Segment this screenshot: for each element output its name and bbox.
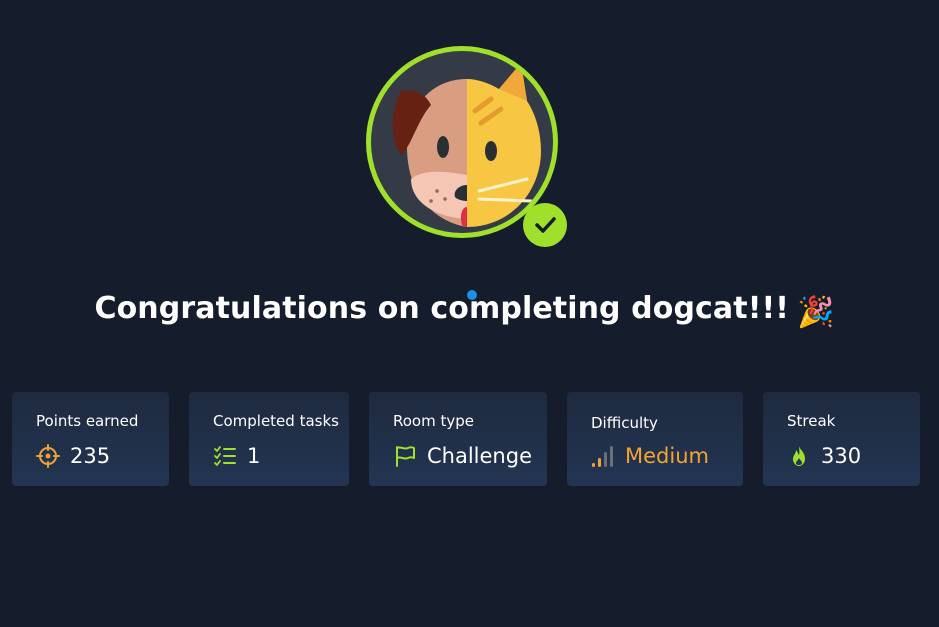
- stat-label: Room type: [393, 412, 474, 430]
- stat-value: Medium: [625, 444, 709, 468]
- stat-card-tasks: Completed tasks 1: [189, 392, 349, 486]
- stat-value: 330: [821, 444, 862, 468]
- completion-title: Congratulations on completing dogcat!!!: [94, 291, 790, 326]
- room-avatar: [366, 46, 567, 247]
- stat-value: 1: [247, 444, 261, 468]
- flag-icon: [393, 444, 417, 468]
- completed-check-badge: [523, 203, 567, 247]
- completion-heading: Congratulations on completing dogcat!!! 🎉: [0, 287, 929, 335]
- room-completion-page: Congratulations on completing dogcat!!! 🎉…: [0, 0, 939, 627]
- crosshair-icon: [36, 444, 60, 468]
- stat-card-points: Points earned 235: [12, 392, 169, 486]
- stat-card-difficulty: Difficulty Medium: [567, 392, 743, 486]
- stat-label: Streak: [787, 412, 836, 430]
- stat-label: Points earned: [36, 412, 139, 430]
- stat-value-row: 235: [36, 442, 110, 470]
- stat-value-row: 330: [787, 442, 861, 470]
- stat-card-streak: Streak 330: [763, 392, 920, 486]
- party-popper-icon: 🎉: [797, 295, 835, 330]
- stat-label: Completed tasks: [213, 412, 339, 430]
- stat-value: Challenge: [427, 444, 532, 468]
- stat-label: Difficulty: [591, 414, 658, 432]
- stat-value: 235: [70, 444, 111, 468]
- flame-icon: [787, 444, 811, 468]
- checklist-icon: [213, 444, 237, 468]
- stats-row: Points earned 235 Completed tasks 1 Room…: [0, 392, 939, 486]
- signal-bars-icon: [591, 444, 615, 468]
- stat-value-row: Medium: [591, 442, 709, 470]
- stat-value-row: 1: [213, 442, 260, 470]
- stat-value-row: Challenge: [393, 442, 532, 470]
- check-icon: [535, 217, 556, 233]
- stat-card-room-type: Room type Challenge: [369, 392, 547, 486]
